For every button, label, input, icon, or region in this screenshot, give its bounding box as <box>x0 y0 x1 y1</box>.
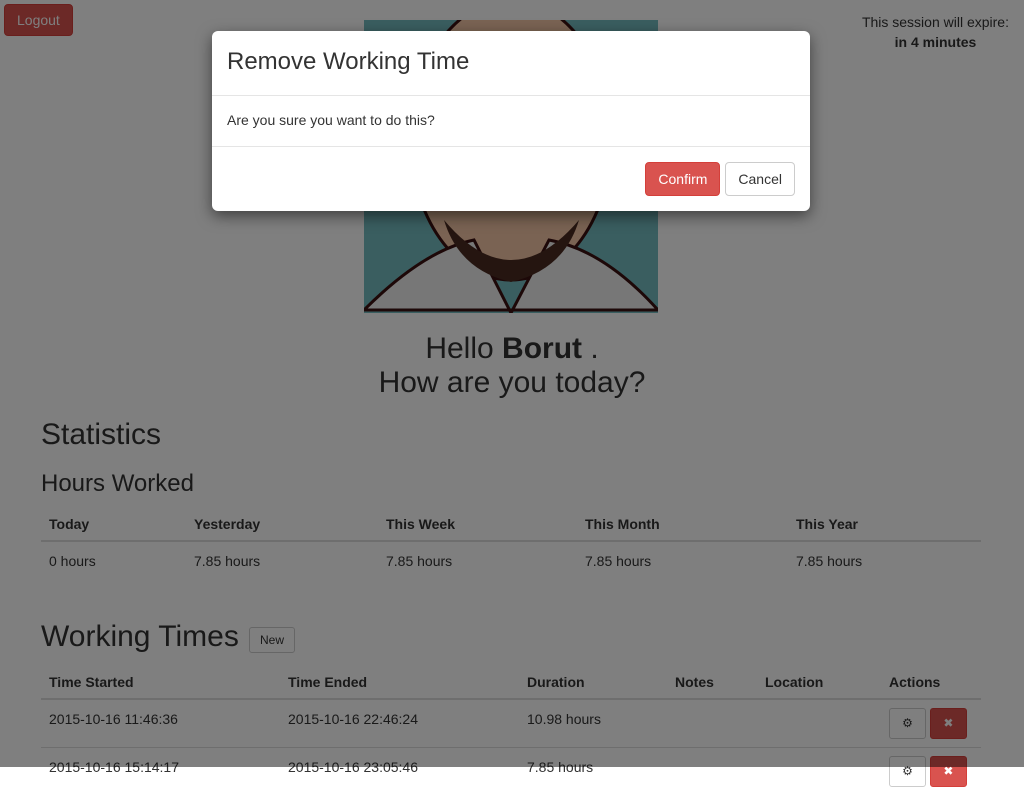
modal-body: Are you sure you want to do this? <box>212 96 810 147</box>
remove-working-time-dialog: Remove Working Time Are you sure you wan… <box>212 31 810 211</box>
cancel-button[interactable]: Cancel <box>725 162 795 196</box>
modal-title: Remove Working Time <box>212 31 810 96</box>
confirm-button[interactable]: Confirm <box>645 162 721 196</box>
